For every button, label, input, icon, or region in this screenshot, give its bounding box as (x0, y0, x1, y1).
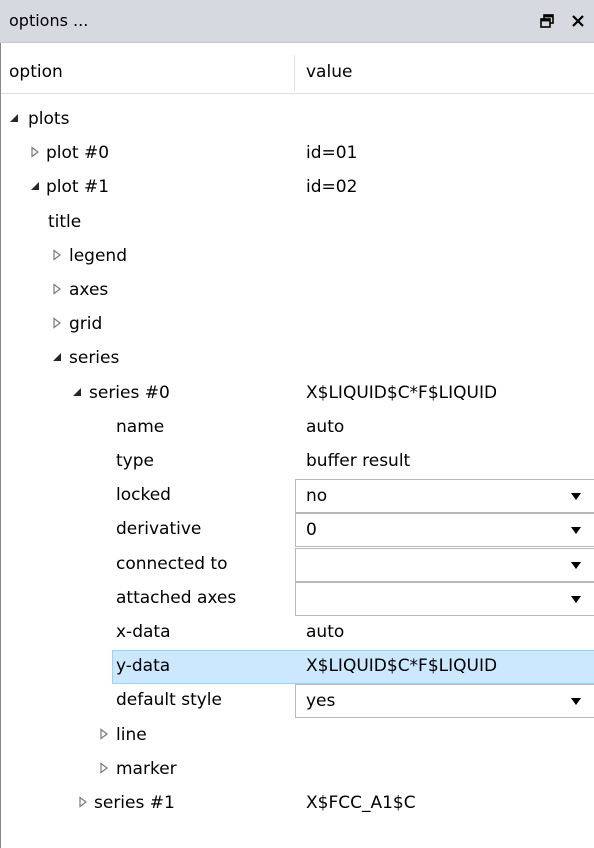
tree-row[interactable]: series #0 X$LIQUID$C*F$LIQUID (1, 377, 594, 411)
dropdown-selected-value: no (306, 486, 328, 507)
option-label: x-data (116, 622, 171, 642)
collapsed-triangle-icon[interactable] (51, 317, 63, 329)
chevron-down-icon[interactable] (571, 698, 581, 706)
option-label: connected to (116, 553, 228, 574)
chevron-down-icon[interactable] (571, 595, 581, 603)
expanded-triangle-icon[interactable] (29, 180, 41, 192)
tree-row[interactable]: plot #1 id=02 (1, 171, 594, 205)
value-dropdown[interactable]: no (295, 479, 594, 514)
option-label: series (69, 348, 120, 369)
expanded-triangle-icon[interactable] (71, 386, 83, 398)
option-label: type (116, 451, 154, 471)
option-label: default style (116, 690, 222, 711)
tree-row[interactable]: title (1, 206, 594, 240)
tree-row[interactable]: series #1 X$FCC_A1$C (1, 787, 594, 821)
options-tree-panel: option value plots plot #0 id=01 plot #1 id=… (0, 43, 594, 848)
option-value: X$LIQUID$C*F$LIQUID (306, 382, 498, 403)
column-header: option value (1, 53, 594, 94)
expanded-triangle-icon[interactable] (8, 112, 20, 124)
option-label: name (116, 416, 165, 437)
option-label: line (116, 724, 147, 745)
option-column-header[interactable]: option (9, 62, 63, 82)
collapsed-triangle-icon[interactable] (51, 249, 63, 261)
option-value: X$LIQUID$C*F$LIQUID (306, 656, 498, 677)
option-label: plots (28, 109, 70, 129)
collapsed-triangle-icon[interactable] (98, 727, 110, 740)
tree-row[interactable]: marker (1, 753, 594, 787)
tree-row[interactable]: locked no (1, 479, 594, 514)
option-value: buffer result (306, 451, 411, 471)
chevron-down-icon[interactable] (571, 493, 581, 501)
option-label: plot #1 (46, 177, 110, 198)
value-dropdown[interactable] (295, 547, 594, 582)
tree-row[interactable]: axes (1, 274, 594, 308)
tree-row[interactable]: connected to (1, 547, 594, 582)
option-label: attached axes (116, 587, 237, 608)
column-divider[interactable] (294, 55, 295, 91)
dropdown-selected-value: 0 (306, 520, 317, 541)
tree-row[interactable]: attached axes (1, 581, 594, 616)
value-dropdown[interactable]: yes (295, 684, 594, 719)
value-dropdown[interactable] (295, 581, 594, 616)
close-icon[interactable] (566, 8, 590, 34)
tree-row[interactable]: x-data auto (1, 616, 594, 650)
expanded-triangle-icon[interactable] (51, 351, 63, 363)
option-value: id=02 (306, 177, 358, 198)
panel-title: options ... (9, 11, 89, 30)
option-label: marker (116, 758, 177, 779)
collapsed-triangle-icon[interactable] (51, 283, 63, 295)
chevron-down-icon[interactable] (571, 561, 581, 569)
tree-row[interactable]: type buffer result (1, 445, 594, 479)
value-dropdown[interactable]: 0 (295, 513, 594, 548)
option-label: plot #0 (46, 143, 110, 164)
tree-row[interactable]: plot #0 id=01 (1, 137, 594, 171)
collapsed-triangle-icon[interactable] (98, 762, 110, 774)
tree-row[interactable]: legend (1, 240, 594, 274)
tree-row[interactable]: plots (1, 103, 594, 137)
tree-row[interactable]: series (1, 342, 594, 376)
tree-row[interactable]: name auto (1, 411, 594, 445)
option-value: auto (306, 622, 345, 642)
collapsed-triangle-icon[interactable] (29, 146, 41, 158)
tree-row[interactable]: grid (1, 308, 594, 342)
collapsed-triangle-icon[interactable] (77, 796, 89, 808)
tree-row[interactable]: line (1, 719, 594, 753)
option-label: title (48, 211, 82, 232)
restore-window-icon[interactable] (535, 8, 559, 34)
tree-row[interactable]: y-data X$LIQUID$C*F$LIQUID (1, 650, 594, 685)
option-label: axes (69, 280, 109, 300)
value-column-header[interactable]: value (306, 62, 352, 82)
option-label: derivative (116, 519, 202, 540)
option-label: series #0 (89, 382, 170, 403)
dropdown-selected-value: yes (306, 691, 336, 712)
tree-row[interactable]: default style yes (1, 684, 594, 719)
option-label: locked (116, 485, 171, 506)
option-label: grid (69, 314, 103, 335)
option-value: auto (306, 416, 345, 437)
option-label: series #1 (94, 793, 175, 813)
option-label: y-data (116, 656, 171, 677)
tree-row[interactable]: derivative 0 (1, 513, 594, 548)
chevron-down-icon[interactable] (571, 527, 581, 535)
panel-title-bar: options ... (0, 0, 594, 43)
option-value: X$FCC_A1$C (306, 793, 416, 813)
option-label: legend (69, 245, 127, 266)
option-value: id=01 (306, 143, 358, 164)
